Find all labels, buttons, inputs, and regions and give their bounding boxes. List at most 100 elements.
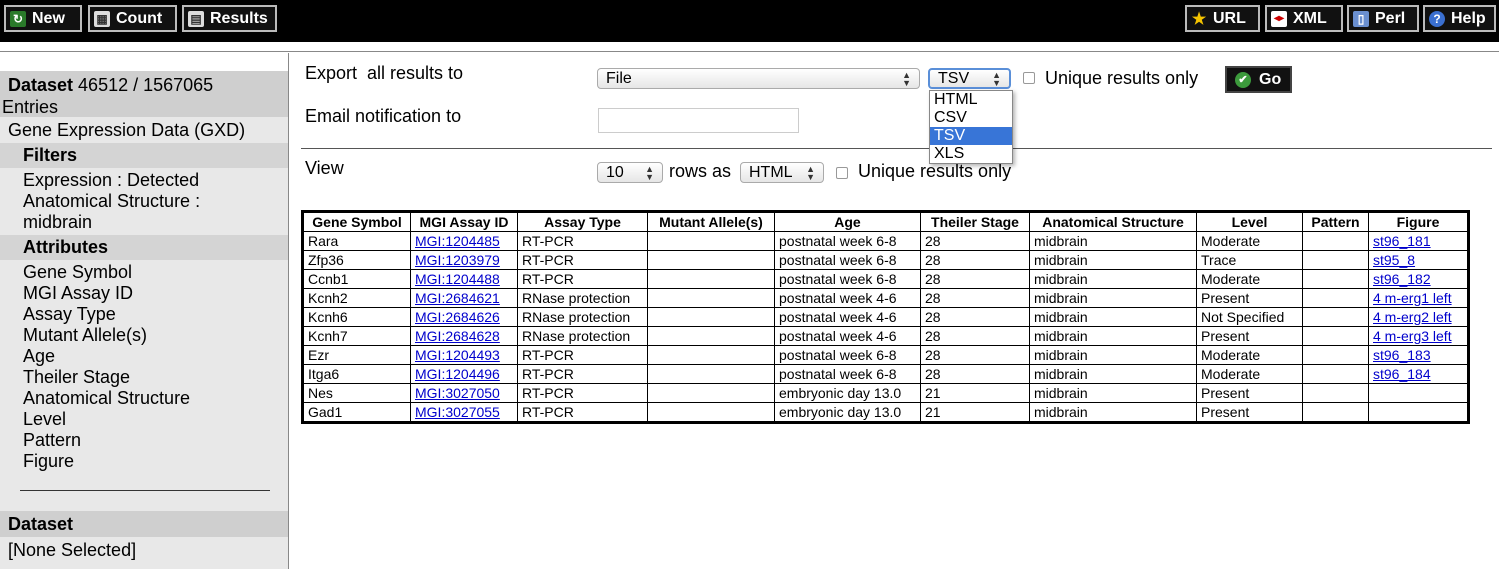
attribute-item[interactable]: Level bbox=[0, 409, 288, 430]
attribute-item[interactable]: Age bbox=[0, 346, 288, 367]
export-destination-select[interactable]: File ▲ ▼ bbox=[597, 68, 920, 89]
select-arrows-icon: ▲ ▼ bbox=[806, 163, 815, 182]
figure-link[interactable]: 4 m-erg1 left bbox=[1373, 290, 1452, 306]
table-cell: Present bbox=[1196, 288, 1303, 308]
go-button-label: Go bbox=[1259, 70, 1282, 88]
column-header[interactable]: Mutant Allele(s) bbox=[647, 211, 775, 232]
rows-value: 10 bbox=[606, 163, 624, 181]
view-format-select[interactable]: HTML ▲ ▼ bbox=[740, 162, 824, 183]
assay-id-link[interactable]: MGI:1204488 bbox=[415, 271, 500, 287]
table-cell: 4 m-erg3 left bbox=[1368, 326, 1469, 346]
table-cell: 4 m-erg1 left bbox=[1368, 288, 1469, 308]
export-unique-checkbox[interactable] bbox=[1023, 72, 1035, 84]
table-cell: 4 m-erg2 left bbox=[1368, 307, 1469, 327]
format-option-tsv[interactable]: TSV bbox=[930, 127, 1012, 145]
filters-heading[interactable]: Filters bbox=[0, 143, 288, 168]
figure-link[interactable]: st95_8 bbox=[1373, 252, 1415, 268]
figure-link[interactable]: st96_182 bbox=[1373, 271, 1431, 287]
assay-id-link[interactable]: MGI:2684621 bbox=[415, 290, 500, 306]
table-cell bbox=[647, 307, 775, 327]
column-header[interactable]: Pattern bbox=[1302, 211, 1369, 232]
format-option-xls[interactable]: XLS bbox=[930, 145, 1012, 163]
filter-anatomical-structure-value[interactable]: midbrain bbox=[0, 212, 288, 233]
figure-link[interactable]: 4 m-erg3 left bbox=[1373, 328, 1452, 344]
column-header[interactable]: Assay Type bbox=[517, 211, 648, 232]
figure-link[interactable]: st96_184 bbox=[1373, 366, 1431, 382]
table-row: Ezr MGI:1204493 RT-PCR postnatal week 6-8 28… bbox=[302, 345, 1469, 365]
dataset2-heading[interactable]: Dataset bbox=[0, 511, 288, 537]
attribute-item[interactable]: Pattern bbox=[0, 430, 288, 451]
filter-expression[interactable]: Expression : Detected bbox=[0, 170, 288, 191]
toolbar-separator bbox=[0, 42, 1499, 52]
rows-select[interactable]: 10 ▲ ▼ bbox=[597, 162, 663, 183]
column-header[interactable]: Gene Symbol bbox=[302, 211, 411, 232]
assay-id-link[interactable]: MGI:3027050 bbox=[415, 385, 500, 401]
table-cell bbox=[647, 326, 775, 346]
figure-link[interactable]: 4 m-erg2 left bbox=[1373, 309, 1452, 325]
column-header[interactable]: Figure bbox=[1368, 211, 1469, 232]
dataset-name[interactable]: Gene Expression Data (GXD) bbox=[0, 117, 288, 143]
help-button[interactable]: ? Help bbox=[1423, 5, 1496, 32]
select-arrows-icon: ▲ ▼ bbox=[992, 69, 1001, 88]
attribute-item[interactable]: Assay Type bbox=[0, 304, 288, 325]
attribute-item[interactable]: Figure bbox=[0, 451, 288, 472]
assay-id-link[interactable]: MGI:1204493 bbox=[415, 347, 500, 363]
figure-link[interactable]: st96_183 bbox=[1373, 347, 1431, 363]
figure-link[interactable]: st96_181 bbox=[1373, 233, 1431, 249]
filter-anatomical-structure[interactable]: Anatomical Structure : bbox=[0, 191, 288, 212]
table-icon: ▤ bbox=[188, 10, 204, 27]
table-cell bbox=[647, 288, 775, 308]
column-header[interactable]: Anatomical Structure bbox=[1029, 211, 1197, 232]
view-format-value: HTML bbox=[749, 163, 793, 181]
xml-button[interactable]: ◂▸ XML bbox=[1265, 5, 1343, 32]
attribute-item[interactable]: Mutant Allele(s) bbox=[0, 325, 288, 346]
assay-id-link[interactable]: MGI:2684628 bbox=[415, 328, 500, 344]
dataset-heading[interactable]: Dataset 46512 / 1567065 bbox=[0, 71, 288, 97]
new-button[interactable]: ↻ New bbox=[4, 5, 82, 32]
assay-id-link[interactable]: MGI:2684626 bbox=[415, 309, 500, 325]
assay-id-link[interactable]: MGI:1203979 bbox=[415, 252, 500, 268]
table-cell: st96_183 bbox=[1368, 345, 1469, 365]
url-button[interactable]: ★ URL bbox=[1185, 5, 1260, 32]
attribute-item[interactable]: Anatomical Structure bbox=[0, 388, 288, 409]
results-button-label: Results bbox=[210, 9, 268, 27]
dataset2-value[interactable]: [None Selected] bbox=[0, 537, 288, 563]
table-cell: 28 bbox=[920, 269, 1030, 289]
export-format-select[interactable]: TSV ▲ ▼ bbox=[928, 68, 1011, 89]
table-row: Zfp36 MGI:1203979 RT-PCR postnatal week 6-8… bbox=[302, 250, 1469, 270]
count-button[interactable]: ▦ Count bbox=[88, 5, 177, 32]
table-cell: 28 bbox=[920, 364, 1030, 384]
results-button[interactable]: ▤ Results bbox=[182, 5, 277, 32]
attribute-item[interactable]: MGI Assay ID bbox=[0, 283, 288, 304]
table-cell: MGI:1204493 bbox=[410, 345, 518, 365]
table-cell: 28 bbox=[920, 250, 1030, 270]
column-header[interactable]: Age bbox=[774, 211, 921, 232]
table-cell: RT-PCR bbox=[517, 231, 648, 251]
help-icon: ? bbox=[1429, 10, 1445, 27]
table-cell: midbrain bbox=[1029, 383, 1197, 403]
assay-id-link[interactable]: MGI:1204485 bbox=[415, 233, 500, 249]
table-cell: RT-PCR bbox=[517, 383, 648, 403]
email-field[interactable] bbox=[598, 108, 799, 133]
table-cell bbox=[1302, 269, 1369, 289]
column-header[interactable]: Level bbox=[1196, 211, 1303, 232]
table-cell: Nes bbox=[302, 383, 411, 403]
view-unique-checkbox[interactable] bbox=[836, 167, 848, 179]
assay-id-link[interactable]: MGI:1204496 bbox=[415, 366, 500, 382]
table-cell: Present bbox=[1196, 326, 1303, 346]
attribute-item[interactable]: Gene Symbol bbox=[0, 262, 288, 283]
perl-button[interactable]: ▯ Perl bbox=[1347, 5, 1419, 32]
format-option-csv[interactable]: CSV bbox=[930, 109, 1012, 127]
table-cell bbox=[1302, 326, 1369, 346]
table-cell: 28 bbox=[920, 307, 1030, 327]
assay-id-link[interactable]: MGI:3027055 bbox=[415, 404, 500, 420]
table-cell: MGI:1204488 bbox=[410, 269, 518, 289]
column-header[interactable]: MGI Assay ID bbox=[410, 211, 518, 232]
go-button[interactable]: ✔ Go bbox=[1225, 66, 1292, 93]
select-arrows-icon: ▲ ▼ bbox=[902, 69, 911, 88]
attribute-item[interactable]: Theiler Stage bbox=[0, 367, 288, 388]
format-option-html[interactable]: HTML bbox=[930, 91, 1012, 109]
table-row: Kcnh7 MGI:2684628 RNase protection postnata… bbox=[302, 326, 1469, 346]
column-header[interactable]: Theiler Stage bbox=[920, 211, 1030, 232]
attributes-heading[interactable]: Attributes bbox=[0, 235, 288, 260]
